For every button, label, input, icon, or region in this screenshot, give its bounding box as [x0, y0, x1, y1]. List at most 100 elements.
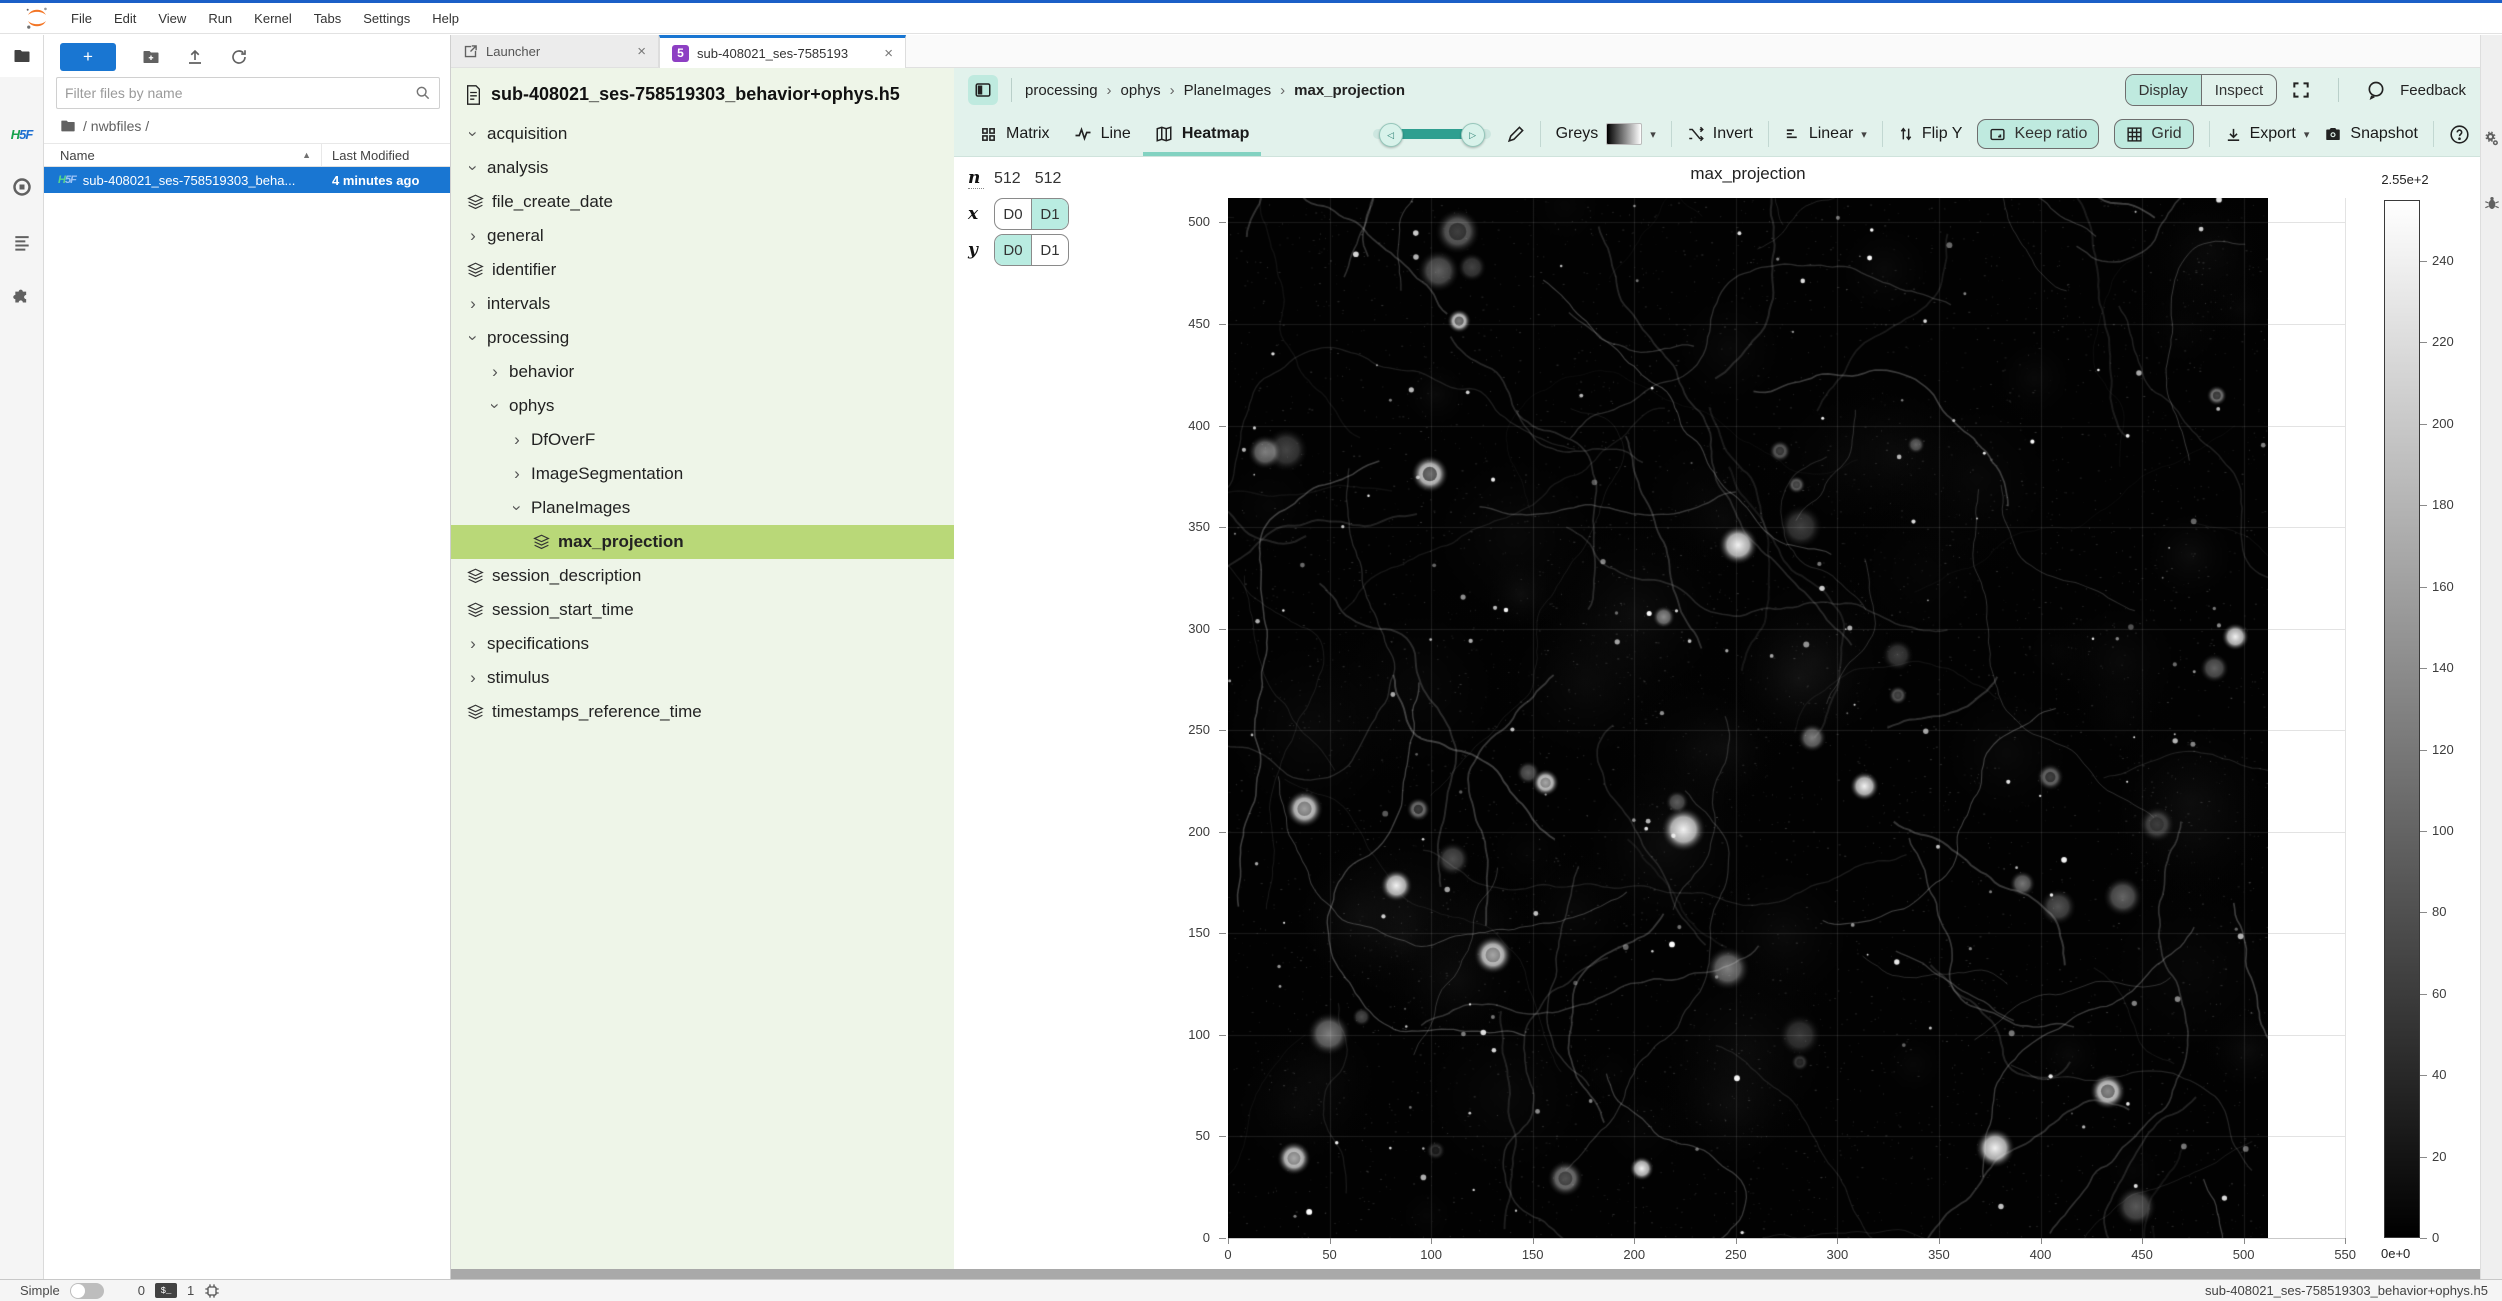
simple-mode-toggle[interactable]	[70, 1283, 104, 1299]
sidebar-tab-running[interactable]	[0, 177, 43, 197]
property-inspector-tab[interactable]	[2483, 130, 2500, 147]
menu-run[interactable]: Run	[197, 3, 243, 33]
tree-item-max_projection[interactable]: max_projection	[451, 525, 954, 559]
y-tick-label: 500	[1146, 214, 1210, 229]
dim1-size: 512	[1035, 170, 1062, 188]
tree-item-analysis[interactable]: ›analysis	[451, 151, 954, 185]
snapshot-button[interactable]: Snapshot	[2324, 125, 2418, 143]
flip-y-button[interactable]: Flip Y	[1898, 125, 1963, 143]
tree-item-intervals[interactable]: ›intervals	[451, 287, 954, 321]
y-dim-d1-button[interactable]: D1	[1031, 235, 1068, 265]
close-tab-icon[interactable]: ×	[884, 45, 893, 62]
invert-colormap-button[interactable]: Invert	[1687, 125, 1753, 143]
vis-tab-heatmap[interactable]: Heatmap	[1143, 112, 1262, 156]
tree-item-identifier[interactable]: identifier	[451, 253, 954, 287]
file-row-selected[interactable]: H5F sub-408021_ses-758519303_beha... 4 m…	[44, 167, 450, 193]
toggle-explorer-button[interactable]	[968, 75, 998, 105]
debugger-tab[interactable]	[2484, 195, 2500, 211]
x-dim-d0-button[interactable]: D0	[995, 199, 1031, 229]
help-icon[interactable]	[2449, 124, 2470, 145]
tab-h5-file[interactable]: 5 sub-408021_ses-7585193 ×	[659, 35, 906, 68]
breadcrumb-item-PlaneImages[interactable]: PlaneImages	[1184, 82, 1272, 99]
edit-domain-icon[interactable]	[1506, 125, 1525, 144]
heatmap-canvas[interactable]	[1228, 198, 2268, 1238]
tree-item-label: session_start_time	[492, 600, 634, 620]
sidebar-tab-files[interactable]	[0, 35, 43, 77]
menu-edit[interactable]: Edit	[103, 3, 147, 33]
feedback-icon[interactable]	[2366, 80, 2386, 100]
tree-item-file_create_date[interactable]: file_create_date	[451, 185, 954, 219]
scale-selector[interactable]: Linear ▾	[1784, 125, 1867, 143]
colorbar-max-label: 2.55e+2	[2350, 172, 2460, 187]
new-folder-icon[interactable]	[142, 48, 160, 66]
tree-item-label: identifier	[492, 260, 556, 280]
new-launcher-button[interactable]: +	[60, 43, 116, 71]
home-folder-icon	[60, 118, 76, 134]
menu-file[interactable]: File	[60, 3, 103, 33]
tree-item-ophys[interactable]: ›ophys	[451, 389, 954, 423]
breadcrumb-item-ophys[interactable]: ophys	[1121, 82, 1161, 99]
sidebar-tab-hdf5[interactable]: H5F	[0, 127, 43, 142]
keep-ratio-toggle[interactable]: Keep ratio	[1977, 119, 2099, 149]
tree-item-PlaneImages[interactable]: ›PlaneImages	[451, 491, 954, 525]
upload-icon[interactable]	[186, 48, 204, 66]
colormap-selector[interactable]: Greys ▾	[1556, 123, 1656, 145]
sidebar-tab-toc[interactable]	[0, 233, 43, 253]
tree-item-session_start_time[interactable]: session_start_time	[451, 593, 954, 627]
heatmap-plot-area	[1228, 198, 2345, 1239]
n-label: n	[968, 168, 984, 189]
terminal-icon[interactable]: $_	[155, 1283, 177, 1298]
viewer-breadcrumb-bar: processing›ophys›PlaneImages›max_project…	[954, 68, 2480, 112]
tree-item-behavior[interactable]: ›behavior	[451, 355, 954, 389]
breadcrumb-item-max_projection[interactable]: max_projection	[1294, 82, 1405, 99]
tree-item-general[interactable]: ›general	[451, 219, 954, 253]
x-dim-d1-button[interactable]: D1	[1031, 199, 1068, 229]
menu-settings[interactable]: Settings	[352, 3, 421, 33]
file-list-header: Name ▲ Last Modified	[44, 143, 450, 167]
dock-bottom-scroll-band[interactable]	[451, 1269, 2502, 1279]
tree-item-processing[interactable]: ›processing	[451, 321, 954, 355]
domain-max-handle[interactable]: ▷	[1461, 123, 1485, 147]
menu-tabs[interactable]: Tabs	[303, 3, 352, 33]
menu-view[interactable]: View	[147, 3, 197, 33]
file-browser-breadcrumb[interactable]: / nwbfiles /	[60, 115, 149, 137]
column-header-modified[interactable]: Last Modified	[322, 148, 450, 163]
h5-file-title[interactable]: sub-408021_ses-758519303_behavior+ophys.…	[451, 68, 954, 117]
colorbar[interactable]	[2384, 200, 2420, 1238]
grid-toggle[interactable]: Grid	[2114, 119, 2193, 149]
y-dim-d0-button[interactable]: D0	[995, 235, 1031, 265]
refresh-icon[interactable]	[230, 48, 248, 66]
vis-tab-line[interactable]: Line	[1062, 112, 1143, 156]
tree-item-session_description[interactable]: session_description	[451, 559, 954, 593]
display-mode-button[interactable]: Display	[2126, 75, 2201, 105]
tree-item-specifications[interactable]: ›specifications	[451, 627, 954, 661]
h5web-visualizer: processing›ophys›PlaneImages›max_project…	[954, 68, 2480, 1269]
vis-tab-matrix[interactable]: Matrix	[968, 112, 1062, 156]
column-header-name[interactable]: Name ▲	[44, 144, 322, 166]
fullscreen-icon[interactable]	[2291, 80, 2311, 100]
sidebar-tab-extensions[interactable]	[0, 285, 43, 305]
filter-files-input[interactable]	[57, 85, 415, 101]
right-activity-bar	[2480, 35, 2502, 1279]
tree-item-DfOverF[interactable]: ›DfOverF	[451, 423, 954, 457]
tree-item-ImageSegmentation[interactable]: ›ImageSegmentation	[451, 457, 954, 491]
tree-item-acquisition[interactable]: ›acquisition	[451, 117, 954, 151]
domain-min-handle[interactable]: ◁	[1379, 123, 1403, 147]
domain-slider[interactable]: ◁ ▷	[1373, 122, 1491, 146]
menu-help[interactable]: Help	[421, 3, 470, 33]
tree-item-label: timestamps_reference_time	[492, 702, 702, 722]
breadcrumb-item-processing[interactable]: processing	[1025, 82, 1098, 99]
menu-kernel[interactable]: Kernel	[243, 3, 303, 33]
kernel-chip-icon[interactable]	[204, 1283, 220, 1299]
inspect-mode-button[interactable]: Inspect	[2201, 75, 2276, 105]
caret-down-icon: ›	[463, 332, 483, 344]
tree-item-stimulus[interactable]: ›stimulus	[451, 661, 954, 695]
tree-item-timestamps_reference_time[interactable]: timestamps_reference_time	[451, 695, 954, 729]
tab-launcher[interactable]: Launcher ×	[451, 35, 659, 67]
export-button[interactable]: Export ▾	[2225, 125, 2310, 143]
close-tab-icon[interactable]: ×	[637, 43, 646, 60]
caret-right-icon: ›	[467, 294, 479, 314]
y-tick-label: 300	[1146, 621, 1210, 636]
grid-icon	[2126, 126, 2143, 143]
feedback-label[interactable]: Feedback	[2400, 82, 2466, 99]
